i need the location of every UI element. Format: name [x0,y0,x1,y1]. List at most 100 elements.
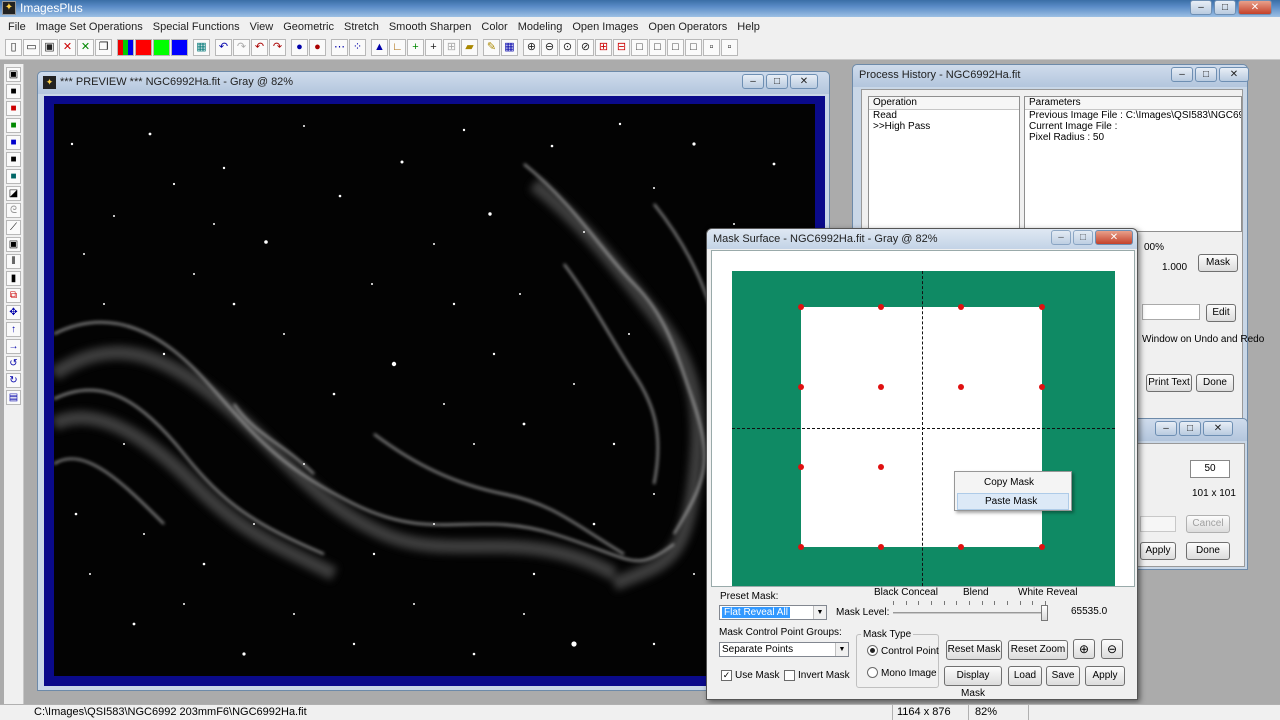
chevron-down-icon[interactable]: ▼ [813,606,826,619]
chevron-down-icon[interactable]: ▼ [835,643,848,656]
rgb-channels-icon[interactable] [117,39,134,56]
save-icon[interactable]: ▣ [41,39,58,56]
mask-level-thumb[interactable] [1041,605,1048,621]
red-channel-icon[interactable] [135,39,152,56]
record-red-icon[interactable]: ● [309,39,326,56]
minimize-icon[interactable]: – [1171,67,1193,82]
nebula-image[interactable] [54,104,815,676]
rotate-right-icon[interactable]: ↻ [6,373,21,388]
control-point[interactable] [878,304,884,310]
menu-item-file[interactable]: File [3,21,31,33]
control-point[interactable] [798,304,804,310]
close-icon[interactable]: ✕ [1219,67,1249,82]
close-all-icon[interactable]: ✕ [77,39,94,56]
cancel-button[interactable]: Cancel [1186,515,1230,533]
table-icon[interactable]: ▦ [501,39,518,56]
control-point[interactable] [1039,304,1045,310]
maximize-icon[interactable]: □ [1179,421,1201,436]
select-box-icon[interactable]: ▣ [6,237,21,252]
zoom-fit-icon[interactable]: ⊙ [559,39,576,56]
apply-button[interactable]: Apply [1140,542,1176,560]
use-mask-checkbox[interactable]: ✓ [721,670,732,681]
done-button[interactable]: Done [1186,542,1230,560]
minimize-icon[interactable]: – [1190,0,1212,15]
control-point[interactable] [798,384,804,390]
rotate-left-icon[interactable]: ↺ [6,356,21,371]
done-button[interactable]: Done [1196,374,1234,392]
black-point-icon[interactable]: ■ [6,84,21,99]
grid-icon[interactable]: ▦ [193,39,210,56]
minimize-icon[interactable]: – [1155,421,1177,436]
pencil-icon[interactable]: ✎ [483,39,500,56]
mask-button[interactable]: Mask [1198,254,1238,272]
menu-item-special-functions[interactable]: Special Functions [148,21,245,33]
pixel-radius-input[interactable]: 50 [1190,460,1230,478]
menu-item-color[interactable]: Color [476,21,512,33]
display-mask-button[interactable]: Display Mask [944,666,1002,699]
crosshair-icon[interactable]: + [425,39,442,56]
apply-button[interactable]: Apply [1085,666,1125,686]
control-point[interactable] [798,464,804,470]
mask-surface[interactable]: Copy Mask Paste Mask [732,271,1115,586]
green-channel-icon[interactable] [153,39,170,56]
control-point[interactable] [958,384,964,390]
remove-red-icon[interactable]: ⊟ [613,39,630,56]
control-point-radio[interactable] [867,645,878,656]
list-item[interactable]: Read [869,110,1019,121]
black-bar-icon[interactable]: ▮ [6,271,21,286]
list-item[interactable]: >>High Pass [869,121,1019,132]
image-info-icon[interactable]: ▰ [461,39,478,56]
save-icon[interactable]: ▣ [6,67,21,82]
control-point[interactable] [1039,544,1045,550]
preset-mask-select[interactable]: Flat Reveal All ▼ [719,605,827,620]
minimize-icon[interactable]: – [1051,230,1071,245]
info-icon[interactable]: ▤ [6,390,21,405]
control-point[interactable] [878,544,884,550]
redo-icon[interactable]: ↷ [233,39,250,56]
close-icon[interactable]: ✕ [1203,421,1233,436]
window-6-icon[interactable]: ▫ [721,39,738,56]
save-button[interactable]: Save [1046,666,1080,686]
add-red-icon[interactable]: ⊞ [595,39,612,56]
dialog-text-field[interactable] [1140,516,1176,532]
window-4-icon[interactable]: □ [685,39,702,56]
edit-button[interactable]: Edit [1206,304,1236,322]
black-square-icon[interactable]: ■ [6,152,21,167]
print-text-button[interactable]: Print Text [1146,374,1192,392]
minimize-icon[interactable]: – [742,74,764,89]
operation-list[interactable]: Operation Read >>High Pass [868,96,1020,232]
arrow-right-icon[interactable]: → [6,339,21,354]
undo-icon[interactable]: ↶ [215,39,232,56]
window-5-icon[interactable]: ▫ [703,39,720,56]
menu-item-smooth-sharpen[interactable]: Smooth Sharpen [384,21,477,33]
close-icon[interactable]: ✕ [1238,0,1272,15]
crosshair-green-icon[interactable]: + [407,39,424,56]
red-point-icon[interactable]: ■ [6,101,21,116]
reset-mask-button[interactable]: Reset Mask [946,640,1002,660]
control-point[interactable] [878,464,884,470]
blue-point-icon[interactable]: ■ [6,135,21,150]
copy-icon[interactable]: ❐ [95,39,112,56]
zoom-out-icon[interactable]: ⊖ [1101,639,1123,659]
maximize-icon[interactable]: □ [1073,230,1093,245]
curve-icon[interactable]: ∟ [389,39,406,56]
close-image-icon[interactable]: ✕ [59,39,76,56]
control-point[interactable] [1039,384,1045,390]
menu-item-help[interactable]: Help [732,21,765,33]
control-point[interactable] [798,544,804,550]
window-1-icon[interactable]: □ [631,39,648,56]
zoom-in-icon[interactable]: ⊕ [1073,639,1095,659]
line-tool-icon[interactable]: ⟋ [6,220,21,235]
load-button[interactable]: Load [1008,666,1042,686]
levels-icon[interactable]: ⫴ [6,254,21,269]
new-file-icon[interactable]: ▯ [5,39,22,56]
move-icon[interactable]: ✥ [6,305,21,320]
control-point[interactable] [958,544,964,550]
paste-mask-menu-item[interactable]: Paste Mask [957,493,1069,510]
maximize-icon[interactable]: □ [1195,67,1217,82]
reset-zoom-button[interactable]: Reset Zoom [1008,640,1068,660]
points-icon[interactable]: ⁘ [349,39,366,56]
lasso-icon[interactable]: ᘓ [6,203,21,218]
crop-icon[interactable]: ⧉ [6,288,21,303]
control-point[interactable] [958,304,964,310]
